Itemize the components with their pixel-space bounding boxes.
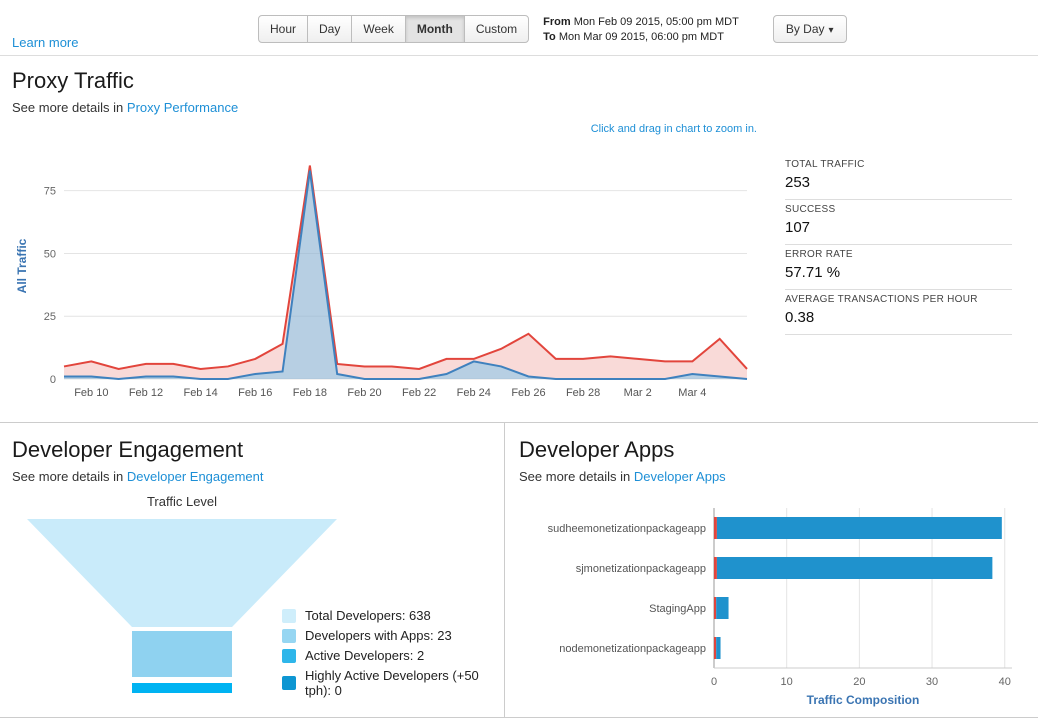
legend-swatch-icon bbox=[282, 676, 296, 690]
legend-label: Total Developers: 638 bbox=[305, 608, 431, 623]
legend-item-highly-active-developers: Highly Active Developers (+50 tph): 0 bbox=[282, 668, 492, 698]
legend-item-active-developers: Active Developers: 2 bbox=[282, 648, 492, 663]
proxy-traffic-subtitle: See more details in Proxy Performance bbox=[12, 100, 1026, 115]
stat-error-rate: ERROR RATE 57.71 % bbox=[785, 245, 1012, 290]
svg-text:Feb 22: Feb 22 bbox=[402, 387, 436, 399]
group-by-label: By Day bbox=[785, 22, 825, 36]
proxy-performance-link[interactable]: Proxy Performance bbox=[127, 100, 238, 115]
developer-apps-link[interactable]: Developer Apps bbox=[634, 469, 726, 484]
time-range-custom-button[interactable]: Custom bbox=[463, 15, 530, 43]
traffic-stats-panel: TOTAL TRAFFIC 253 SUCCESS 107 ERROR RATE… bbox=[757, 137, 1026, 414]
svg-text:0: 0 bbox=[50, 374, 56, 386]
developer-engagement-section: Developer Engagement See more details in… bbox=[0, 423, 504, 717]
funnel-area: Traffic Level Total Developers: 638 Deve… bbox=[12, 494, 492, 704]
stat-avg-transactions: AVERAGE TRANSACTIONS PER HOUR 0.38 bbox=[785, 290, 1012, 335]
svg-text:Mar 2: Mar 2 bbox=[624, 387, 652, 399]
time-range-week-button[interactable]: Week bbox=[351, 15, 406, 43]
stat-total-traffic: TOTAL TRAFFIC 253 bbox=[785, 155, 1012, 200]
stat-value: 253 bbox=[785, 174, 811, 191]
engagement-subtitle-text: See more details in bbox=[12, 469, 127, 484]
legend-label: Developers with Apps: 23 bbox=[305, 628, 452, 643]
stat-label: ERROR RATE bbox=[785, 249, 853, 260]
group-by-dropdown[interactable]: By Day ▾ bbox=[772, 15, 847, 43]
svg-text:Feb 16: Feb 16 bbox=[238, 387, 272, 399]
svg-text:Feb 10: Feb 10 bbox=[74, 387, 108, 399]
stat-label: AVERAGE TRANSACTIONS PER HOUR bbox=[785, 294, 978, 305]
time-range-button-group: Hour Day Week Month Custom bbox=[258, 15, 530, 43]
svg-text:sudheemonetizationpackageapp: sudheemonetizationpackageapp bbox=[548, 523, 706, 535]
svg-text:10: 10 bbox=[781, 676, 793, 688]
legend-item-total-developers: Total Developers: 638 bbox=[282, 608, 492, 623]
svg-text:25: 25 bbox=[44, 311, 56, 323]
svg-text:Feb 24: Feb 24 bbox=[457, 387, 491, 399]
to-label: To bbox=[543, 31, 556, 43]
bottom-row: Developer Engagement See more details in… bbox=[0, 422, 1038, 718]
developer-engagement-subtitle: See more details in Developer Engagement bbox=[12, 469, 492, 484]
proxy-traffic-title: Proxy Traffic bbox=[12, 68, 134, 93]
legend-label: Highly Active Developers (+50 tph): 0 bbox=[305, 668, 479, 698]
time-range-day-button[interactable]: Day bbox=[307, 15, 353, 43]
developer-apps-bar-chart: 0 10 20 30 40 sudheemonetizationpackageapp sjm… bbox=[548, 508, 1012, 707]
date-range-from: From Mon Feb 09 2015, 05:00 pm MDT bbox=[543, 15, 739, 30]
time-range-hour-button[interactable]: Hour bbox=[258, 15, 309, 43]
header-controls: Hour Day Week Month Custom From Mon Feb … bbox=[258, 15, 847, 45]
header: Learn more Hour Day Week Month Custom Fr… bbox=[0, 0, 1038, 56]
legend-item-developers-with-apps: Developers with Apps: 23 bbox=[282, 628, 492, 643]
learn-more-link[interactable]: Learn more bbox=[12, 35, 78, 50]
proxy-subtitle-text: See more details in bbox=[12, 100, 127, 115]
svg-text:nodemonetizationpackageapp: nodemonetizationpackageapp bbox=[559, 643, 706, 655]
svg-text:75: 75 bbox=[44, 186, 56, 198]
to-value: Mon Mar 09 2015, 06:00 pm MDT bbox=[558, 31, 724, 43]
svg-text:Feb 14: Feb 14 bbox=[183, 387, 217, 399]
svg-text:Feb 28: Feb 28 bbox=[566, 387, 600, 399]
apps-subtitle-text: See more details in bbox=[519, 469, 634, 484]
date-range-to: To Mon Mar 09 2015, 06:00 pm MDT bbox=[543, 30, 739, 45]
legend-swatch-icon bbox=[282, 628, 296, 643]
svg-text:All Traffic: All Traffic bbox=[15, 238, 29, 293]
svg-text:20: 20 bbox=[853, 676, 865, 688]
stat-label: TOTAL TRAFFIC bbox=[785, 159, 865, 170]
stat-success: SUCCESS 107 bbox=[785, 200, 1012, 245]
from-label: From bbox=[543, 16, 571, 28]
developer-apps-subtitle: See more details in Developer Apps bbox=[519, 469, 1024, 484]
legend-swatch-icon bbox=[282, 608, 296, 623]
svg-text:40: 40 bbox=[999, 676, 1011, 688]
proxy-traffic-section: Proxy Traffic See more details in Proxy … bbox=[0, 56, 1038, 414]
svg-text:Feb 12: Feb 12 bbox=[129, 387, 163, 399]
date-range-text: From Mon Feb 09 2015, 05:00 pm MDT To Mo… bbox=[543, 15, 739, 45]
svg-text:Feb 26: Feb 26 bbox=[511, 387, 545, 399]
stat-value: 107 bbox=[785, 219, 811, 236]
svg-text:50: 50 bbox=[44, 248, 56, 260]
legend-label: Active Developers: 2 bbox=[305, 648, 425, 663]
stat-value: 0.38 bbox=[785, 309, 815, 326]
zoom-hint: Click and drag in chart to zoom in. bbox=[590, 123, 757, 135]
time-range-month-button[interactable]: Month bbox=[404, 15, 465, 43]
svg-text:30: 30 bbox=[926, 676, 938, 688]
svg-text:sjmonetizationpackageapp: sjmonetizationpackageapp bbox=[576, 563, 706, 575]
developer-engagement-link[interactable]: Developer Engagement bbox=[127, 469, 264, 484]
developer-engagement-title: Developer Engagement bbox=[12, 437, 244, 462]
stat-label: SUCCESS bbox=[785, 204, 836, 215]
svg-text:Mar 4: Mar 4 bbox=[678, 387, 706, 399]
stat-value: 57.71 % bbox=[785, 264, 841, 281]
funnel-legend: Total Developers: 638 Developers with Ap… bbox=[282, 603, 492, 698]
proxy-chart-column: 0 25 50 75 Feb 10 Feb 12 Feb 14 Feb 16 Feb 18 Feb… bbox=[12, 137, 757, 414]
caret-down-icon: ▾ bbox=[828, 25, 834, 36]
svg-text:0: 0 bbox=[711, 676, 717, 688]
svg-text:Traffic Composition: Traffic Composition bbox=[807, 693, 920, 707]
developer-apps-section: Developer Apps See more details in Devel… bbox=[504, 423, 1038, 717]
svg-text:Feb 18: Feb 18 bbox=[293, 387, 327, 399]
from-value: Mon Feb 09 2015, 05:00 pm MDT bbox=[573, 16, 739, 28]
funnel-title: Traffic Level bbox=[146, 494, 218, 509]
developer-apps-title: Developer Apps bbox=[519, 437, 675, 462]
proxy-traffic-row: 0 25 50 75 Feb 10 Feb 12 Feb 14 Feb 16 Feb 18 Feb… bbox=[12, 137, 1026, 414]
proxy-traffic-chart[interactable]: 0 25 50 75 Feb 10 Feb 12 Feb 14 Feb 16 Feb 18 Feb… bbox=[12, 137, 757, 409]
svg-text:StagingApp: StagingApp bbox=[649, 603, 706, 615]
svg-text:Feb 20: Feb 20 bbox=[347, 387, 381, 399]
legend-swatch-icon bbox=[282, 648, 296, 663]
